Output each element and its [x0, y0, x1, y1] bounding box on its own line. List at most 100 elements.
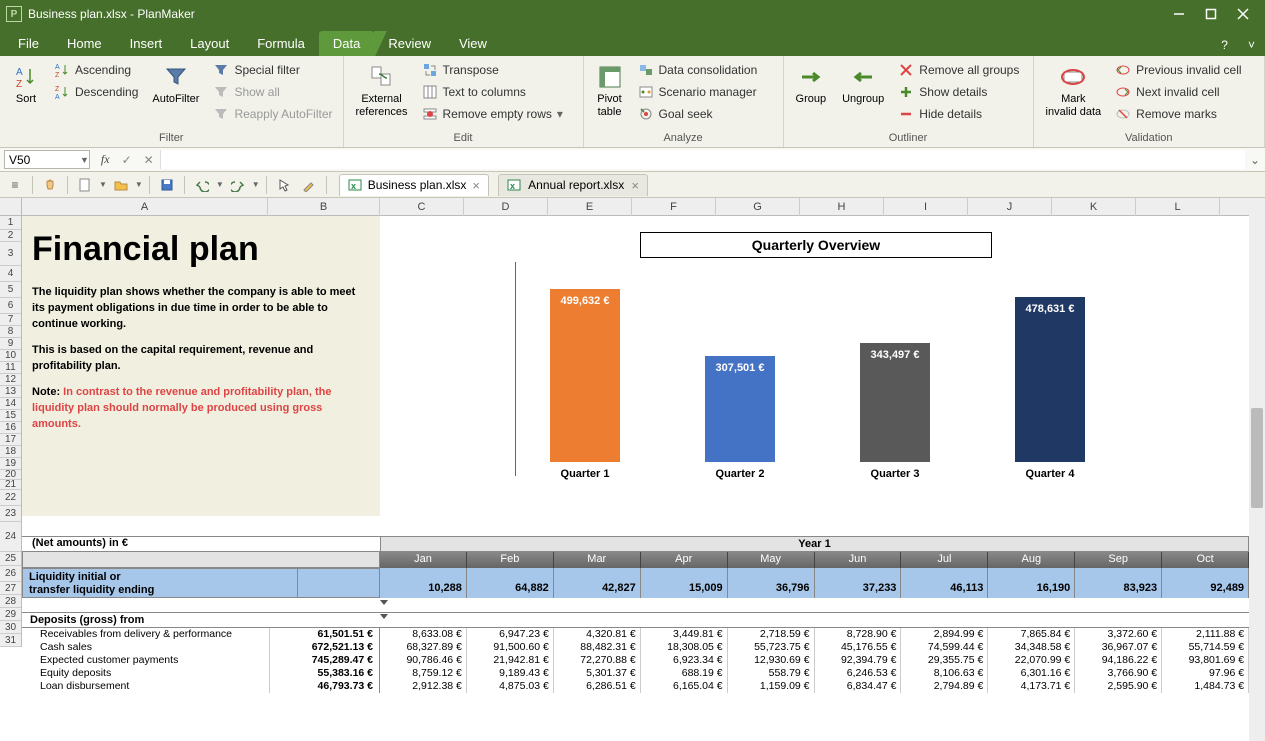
row-header[interactable]: 30	[0, 621, 21, 634]
row-header[interactable]: 3	[0, 242, 21, 266]
special-filter-button[interactable]: Special filter	[209, 59, 336, 81]
column-headers[interactable]: ABCDEFGHIJKL	[22, 198, 1265, 216]
row-header[interactable]: 2	[0, 230, 21, 242]
row-header[interactable]: 25	[0, 552, 21, 566]
vertical-scrollbar[interactable]	[1249, 198, 1265, 741]
close-tab-button[interactable]: ×	[472, 178, 480, 193]
minimize-button[interactable]	[1163, 0, 1195, 28]
column-header[interactable]: E	[548, 198, 632, 216]
column-header[interactable]: H	[800, 198, 884, 216]
text-to-columns-button[interactable]: Text to columns	[418, 81, 567, 103]
accept-formula-button[interactable]: ✓	[116, 153, 138, 167]
row-header[interactable]: 31	[0, 634, 21, 647]
cancel-formula-button[interactable]: ✕	[138, 153, 160, 167]
data-consolidation-button[interactable]: Data consolidation	[634, 59, 762, 81]
ungroup-button[interactable]: Ungroup	[836, 59, 890, 110]
row-header[interactable]: 4	[0, 266, 21, 282]
row-header[interactable]: 12	[0, 374, 21, 386]
row-header[interactable]: 10	[0, 350, 21, 362]
formula-input[interactable]	[160, 150, 1245, 169]
prev-invalid-button[interactable]: Previous invalid cell	[1111, 59, 1245, 81]
row-header[interactable]: 8	[0, 326, 21, 338]
tab-layout[interactable]: Layout	[176, 31, 243, 56]
row-header[interactable]: 23	[0, 506, 21, 522]
scenario-manager-button[interactable]: Scenario manager	[634, 81, 762, 103]
remove-empty-rows-button[interactable]: Remove empty rows ▾	[418, 103, 567, 125]
hand-tool-button[interactable]	[39, 174, 61, 196]
sort-button[interactable]: AZ Sort	[6, 59, 46, 110]
undo-button[interactable]	[191, 174, 213, 196]
next-invalid-button[interactable]: Next invalid cell	[1111, 81, 1245, 103]
row-header[interactable]: 15	[0, 410, 21, 422]
tab-view[interactable]: View	[445, 31, 501, 56]
tab-insert[interactable]: Insert	[116, 31, 177, 56]
transpose-button[interactable]: Transpose	[418, 59, 567, 81]
group-button[interactable]: Group	[790, 59, 833, 110]
remove-marks-button[interactable]: Remove marks	[1111, 103, 1245, 125]
column-header[interactable]: C	[380, 198, 464, 216]
mark-invalid-button[interactable]: Mark invalid data	[1040, 59, 1108, 123]
collapse-ribbon-button[interactable]: ˅	[1238, 34, 1265, 56]
row-header[interactable]: 16	[0, 422, 21, 434]
fx-label[interactable]: fx	[95, 152, 116, 167]
column-header[interactable]: J	[968, 198, 1052, 216]
goal-seek-button[interactable]: Goal seek	[634, 103, 762, 125]
row-header[interactable]: 28	[0, 595, 21, 608]
pointer-button[interactable]	[273, 174, 295, 196]
row-header[interactable]: 18	[0, 446, 21, 458]
hide-details-button[interactable]: Hide details	[894, 103, 1023, 125]
row-header[interactable]: 27	[0, 582, 21, 595]
row-header[interactable]: 5	[0, 282, 21, 298]
tab-home[interactable]: Home	[53, 31, 116, 56]
tab-file[interactable]: File	[4, 31, 53, 56]
expand-formula-bar-button[interactable]: ⌄	[1245, 153, 1265, 167]
spreadsheet-grid[interactable]: ABCDEFGHIJKL 123456789101112131415161718…	[0, 198, 1265, 741]
sheet-canvas[interactable]: Financial plan The liquidity plan shows …	[22, 216, 1265, 741]
column-header[interactable]: F	[632, 198, 716, 216]
autofilter-button[interactable]: AutoFilter	[146, 59, 205, 110]
row-header[interactable]: 6	[0, 298, 21, 314]
row-header[interactable]: 24	[0, 522, 21, 552]
new-button[interactable]	[74, 174, 96, 196]
column-header[interactable]: D	[464, 198, 548, 216]
collapse-triangle-icon[interactable]	[380, 614, 388, 619]
row-header[interactable]: 17	[0, 434, 21, 446]
pivot-table-button[interactable]: Pivot table	[590, 59, 630, 123]
external-references-button[interactable]: External references	[350, 59, 414, 123]
cell-reference-input[interactable]	[4, 150, 90, 169]
row-header[interactable]: 22	[0, 490, 21, 506]
row-headers[interactable]: 1234567891011121314151617181920212223242…	[0, 216, 22, 647]
column-header[interactable]: I	[884, 198, 968, 216]
row-header[interactable]: 26	[0, 566, 21, 582]
close-button[interactable]	[1227, 0, 1259, 28]
column-header[interactable]: B	[268, 198, 380, 216]
reapply-autofilter-button[interactable]: Reapply AutoFilter	[209, 103, 336, 125]
row-header[interactable]: 29	[0, 608, 21, 621]
redo-button[interactable]	[227, 174, 249, 196]
show-details-button[interactable]: Show details	[894, 81, 1023, 103]
open-button[interactable]	[110, 174, 132, 196]
row-header[interactable]: 11	[0, 362, 21, 374]
row-header[interactable]: 7	[0, 314, 21, 326]
maximize-button[interactable]	[1195, 0, 1227, 28]
row-header[interactable]: 14	[0, 398, 21, 410]
chart-area[interactable]: Quarterly Overview 499,632 €Quarter 1307…	[380, 216, 1249, 516]
format-painter-button[interactable]	[298, 174, 320, 196]
menu-icon[interactable]: ≡	[4, 174, 26, 196]
save-button[interactable]	[156, 174, 178, 196]
row-header[interactable]: 9	[0, 338, 21, 350]
descending-button[interactable]: ZADescending	[50, 81, 142, 103]
ascending-button[interactable]: AZAscending	[50, 59, 142, 81]
close-tab-button[interactable]: ×	[631, 178, 639, 193]
row-header[interactable]: 21	[0, 480, 21, 490]
column-header[interactable]: K	[1052, 198, 1136, 216]
scrollbar-thumb[interactable]	[1251, 408, 1263, 508]
column-header[interactable]: L	[1136, 198, 1220, 216]
column-header[interactable]: A	[22, 198, 268, 216]
row-header[interactable]: 13	[0, 386, 21, 398]
doctab-business-plan[interactable]: x Business plan.xlsx ×	[339, 174, 489, 196]
show-all-button[interactable]: Show all	[209, 81, 336, 103]
help-button[interactable]: ?	[1211, 34, 1238, 56]
remove-all-groups-button[interactable]: Remove all groups	[894, 59, 1023, 81]
collapse-triangle-icon[interactable]	[380, 600, 388, 605]
